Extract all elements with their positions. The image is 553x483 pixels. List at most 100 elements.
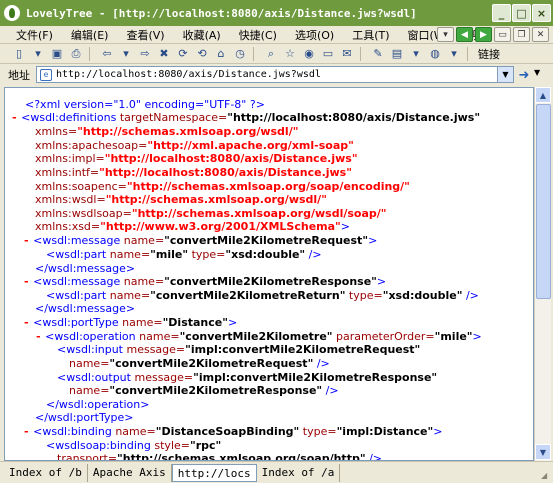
message-request-part: <wsdl:part name="mile" type="xsd:double"…	[46, 248, 322, 261]
porttype-open: - <wsdl:portType name="Distance">	[23, 316, 238, 329]
address-url[interactable]: http://localhost:8080/axis/Distance.jws?…	[56, 69, 321, 80]
collapse-toggle[interactable]: -	[23, 275, 30, 288]
mail-icon[interactable]: ✉	[338, 46, 356, 62]
porttype-close: </wsdl:portType>	[35, 411, 134, 424]
binding-open: - <wsdl:binding name="DistanceSoapBindin…	[23, 425, 443, 438]
back-dropdown-icon[interactable]: ▾	[117, 46, 135, 62]
toolbar-separator	[89, 46, 95, 61]
ns-soapenc-line: xmlns:soapenc="http://schemas.xmlsoap.or…	[35, 180, 410, 193]
tab-forward-icon[interactable]: ▶	[475, 27, 492, 42]
history-icon[interactable]: ◷	[231, 46, 249, 62]
media-icon[interactable]: ◉	[300, 46, 318, 62]
ns-xmlns-line: xmlns="http://schemas.xmlsoap.org/wsdl/"	[35, 125, 299, 138]
popup-blocker-icon[interactable]: ▾	[407, 46, 425, 62]
input-line: <wsdl:input message="impl:convertMile2Ki…	[57, 343, 421, 356]
favorites-star-icon[interactable]: ☆	[281, 46, 299, 62]
scroll-down-icon[interactable]: ▼	[535, 444, 551, 460]
toolbar: ▯ ▾ ▣ ⎙ ⇦ ▾ ⇨ ✖ ⟳ ⟲ ⌂ ◷ ⌕ ☆ ◉ ▭ ✉ ✎ ▤ ▾ …	[0, 44, 553, 64]
title-bar: LovelyTree - [http://localhost:8080/axis…	[0, 0, 553, 26]
view-source-icon[interactable]: ▤	[388, 46, 406, 62]
lovelytree-logo-icon	[4, 5, 20, 21]
menu-right-controls: ▾ ◀ ▶ ▭ ❐ ✕	[437, 27, 549, 42]
tab-back-icon[interactable]: ◀	[456, 27, 473, 42]
output-line: <wsdl:output message="impl:convertMile2K…	[57, 371, 438, 384]
refresh-icon[interactable]: ⟳	[174, 46, 192, 62]
xml-declaration: <?xml version="1.0" encoding="UTF-8" ?>	[25, 98, 265, 111]
ns-apachesoap-line: xmlns:apachesoap="http://xml.apache.org/…	[35, 139, 354, 152]
address-dropdown-icon[interactable]: ▼	[497, 67, 513, 82]
collapse-toggle[interactable]: -	[35, 330, 42, 343]
message-response-part: <wsdl:part name="convertMile2KilometreRe…	[46, 289, 479, 302]
ns-wsdlsoap-line: xmlns:wsdlsoap="http://schemas.xmlsoap.o…	[35, 207, 387, 220]
collapse-toggle[interactable]: -	[23, 316, 30, 329]
close-button[interactable]: ×	[532, 4, 551, 22]
edit-page-icon[interactable]: ✎	[369, 46, 387, 62]
tab-localhost-active[interactable]: http://locs	[171, 463, 257, 482]
stop-icon[interactable]: ✖	[155, 46, 173, 62]
new-page-icon[interactable]: ▯	[10, 46, 28, 62]
ns-wsdl-line: xmlns:wsdl="http://schemas.xmlsoap.org/w…	[35, 193, 327, 206]
scroll-thumb[interactable]	[536, 104, 551, 299]
operation-close: </wsdl:operation>	[46, 398, 150, 411]
output-name-line: name="convertMile2KilometreResponse" />	[69, 384, 339, 397]
globe-dropdown-icon[interactable]: ▾	[445, 46, 463, 62]
ns-impl-line: xmlns:impl="http://localhost:8080/axis/D…	[35, 152, 358, 165]
search-icon[interactable]: ⌕	[262, 46, 280, 62]
save-icon[interactable]: ▣	[48, 46, 66, 62]
maximize-button[interactable]: □	[512, 4, 531, 22]
tab-apache-axis[interactable]: Apache Axis	[88, 463, 172, 482]
menu-shortcuts[interactable]: 快捷(C)	[230, 27, 286, 43]
address-bar: 地址 e http://localhost:8080/axis/Distance…	[0, 64, 553, 86]
address-menu-icon[interactable]: ▼	[534, 68, 540, 77]
collapse-toggle[interactable]: -	[23, 425, 30, 438]
menu-view[interactable]: 查看(V)	[117, 27, 173, 43]
home-icon[interactable]: ⌂	[212, 46, 230, 62]
restore-window-icon[interactable]: ❐	[513, 27, 530, 42]
menu-edit[interactable]: 编辑(E)	[62, 27, 118, 43]
collapse-toggle[interactable]: -	[23, 234, 30, 247]
open-folder-icon[interactable]: ▾	[29, 46, 47, 62]
forward-icon[interactable]: ⇨	[136, 46, 154, 62]
message-response-close: </wsdl:message>	[35, 302, 136, 315]
print-icon[interactable]: ⎙	[67, 46, 85, 62]
window-title: LovelyTree - [http://localhost:8080/axis…	[26, 6, 417, 20]
minimize-button[interactable]: _	[492, 4, 511, 22]
xml-document-view[interactable]: <?xml version="1.0" encoding="UTF-8" ?> …	[4, 87, 534, 461]
resize-grip-icon[interactable]: ◢	[541, 471, 551, 481]
address-label: 地址	[8, 69, 30, 82]
scroll-up-icon[interactable]: ▲	[535, 87, 551, 103]
ns-intf-line: xmlns:intf="http://localhost:8080/axis/D…	[35, 166, 352, 179]
menu-tools[interactable]: 工具(T)	[343, 27, 398, 43]
collapse-toggle[interactable]: -	[11, 111, 18, 124]
page-icon: e	[40, 68, 52, 81]
message-response-open: - <wsdl:message name="convertMile2Kilome…	[23, 275, 387, 288]
definitions-open-line: - <wsdl:definitions targetNamespace="htt…	[11, 111, 481, 124]
operation-open: - <wsdl:operation name="convertMile2Kilo…	[35, 330, 482, 343]
refresh-all-icon[interactable]: ⟲	[193, 46, 211, 62]
vertical-scrollbar[interactable]: ▲ ▼	[534, 87, 551, 461]
ns-xsd-line: xmlns:xsd="http://www.w3.org/2001/XMLSch…	[35, 220, 350, 233]
toolbar-separator	[253, 46, 259, 61]
folder-icon[interactable]: ▭	[319, 46, 337, 62]
close-tab-icon[interactable]: ✕	[532, 27, 549, 42]
tab-bar: Index of /b Apache Axis http://locs Inde…	[0, 461, 553, 483]
globe-icon[interactable]: ◍	[426, 46, 444, 62]
toolbar-separator	[467, 46, 473, 61]
menu-file[interactable]: 文件(F)	[0, 27, 62, 43]
go-button[interactable]: ➜	[516, 67, 532, 83]
restore-tab-icon[interactable]: ▭	[494, 27, 511, 42]
menu-favorites[interactable]: 收藏(A)	[174, 27, 230, 43]
tab-index-a[interactable]: Index of /a	[257, 463, 341, 482]
message-request-close: </wsdl:message>	[35, 262, 136, 275]
soap-binding-line: <wsdlsoap:binding style="rpc"	[46, 439, 222, 452]
transport-line: transport="http://schemas.xmlsoap.org/so…	[57, 452, 382, 461]
input-name-line: name="convertMile2KilometreRequest" />	[69, 357, 330, 370]
tab-index-b[interactable]: Index of /b	[4, 463, 88, 482]
dropdown-arrow-icon[interactable]: ▾	[437, 27, 454, 42]
back-icon[interactable]: ⇦	[98, 46, 116, 62]
toolbar-separator	[360, 46, 366, 61]
links-label[interactable]: 链接	[478, 46, 500, 62]
menu-bar: 文件(F) 编辑(E) 查看(V) 收藏(A) 快捷(C) 选项(O) 工具(T…	[0, 26, 553, 44]
address-input[interactable]: e http://localhost:8080/axis/Distance.jw…	[36, 66, 514, 83]
menu-options[interactable]: 选项(O)	[286, 27, 343, 43]
